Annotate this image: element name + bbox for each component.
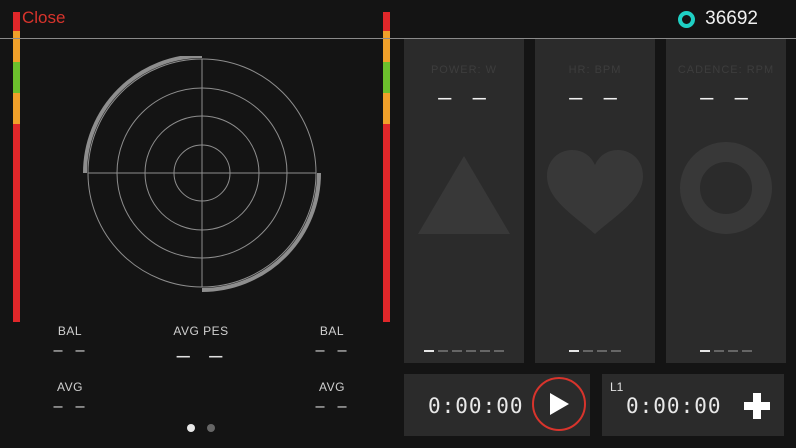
bal-right-stat: BAL – – [312,324,352,359]
zone-dash [424,350,434,352]
bal-right-value: – – [315,341,349,359]
page-dot-2[interactable] [207,424,215,432]
zone-dash [611,350,621,352]
close-button[interactable]: Close [22,8,65,28]
avg-left-stat: AVG – – [50,380,90,415]
level-seg-orange-bottom [383,92,390,124]
zone-dash [714,350,724,352]
hr-title: HR: BPM [568,64,622,76]
bal-left-label: BAL [57,324,83,338]
power-zone-dashes [404,350,524,352]
ring-icon [678,10,696,28]
level-seg-red-bottom [383,123,390,322]
hr-value: – – [569,86,621,111]
cadence-zone-dashes [666,350,786,352]
avg-right-stat: AVG – – [312,380,352,415]
bal-right-label: BAL [319,324,345,338]
lap-label: L1 [610,380,624,394]
avg-left-value: – – [53,397,87,415]
workout-screen: Close 36692 BAL – – AVG – – AVG PES – – … [0,0,796,448]
level-seg-red-bottom [13,123,20,322]
avg-pes-value: – – [176,344,226,369]
level-seg-red-top [383,12,390,31]
ring-shape-icon [680,142,772,234]
zone-dash [494,350,504,352]
zone-dash [583,350,593,352]
avg-right-label: AVG [319,380,345,394]
elapsed-time: 0:00:00 [428,394,524,418]
plus-icon[interactable] [744,393,770,419]
zone-dash [480,350,490,352]
play-icon [550,393,569,415]
lap-timer-box: L1 0:00:00 [602,374,784,436]
level-seg-orange-top [383,30,390,62]
polar-arc-left [83,56,203,174]
power-title: POWER: W [430,64,498,76]
device-count-value: 36692 [705,8,758,29]
page-indicator [187,424,215,432]
level-seg-orange-bottom [13,92,20,124]
zone-dash [700,350,710,352]
hr-zone-dashes [535,350,655,352]
hr-panel[interactable]: HR: BPM – – [535,38,655,363]
heart-icon [547,150,643,234]
zone-dash [452,350,462,352]
play-button[interactable] [532,377,586,431]
level-bar-left [13,12,20,322]
avg-left-label: AVG [57,380,83,394]
header-divider [0,38,796,39]
zone-dash [742,350,752,352]
power-panel[interactable]: POWER: W – – [404,38,524,363]
bal-left-stat: BAL – – [50,324,90,359]
avg-right-value: – – [315,397,349,415]
zone-dash [438,350,448,352]
bal-left-value: – – [53,341,87,359]
power-value: – – [438,86,490,111]
zone-dash [728,350,738,352]
level-seg-red-top [13,12,20,31]
cadence-panel[interactable]: CADENCE: RPM – – [666,38,786,363]
level-seg-orange-top [13,30,20,62]
device-count: 36692 [678,8,758,30]
cadence-title: CADENCE: RPM [677,64,775,76]
polar-arc-right [201,172,321,292]
page-dot-1[interactable] [187,424,195,432]
zone-dash [597,350,607,352]
lap-time: 0:00:00 [626,394,722,418]
cadence-value: – – [700,86,752,111]
zone-dash [466,350,476,352]
avg-pes-stat: AVG PES – – [166,324,236,369]
level-seg-green [383,61,390,93]
pedal-polar-chart [83,56,321,292]
avg-pes-label: AVG PES [173,324,229,338]
zone-dash [569,350,579,352]
level-bar-right [383,12,390,322]
level-seg-green [13,61,20,93]
triangle-icon [418,156,510,234]
